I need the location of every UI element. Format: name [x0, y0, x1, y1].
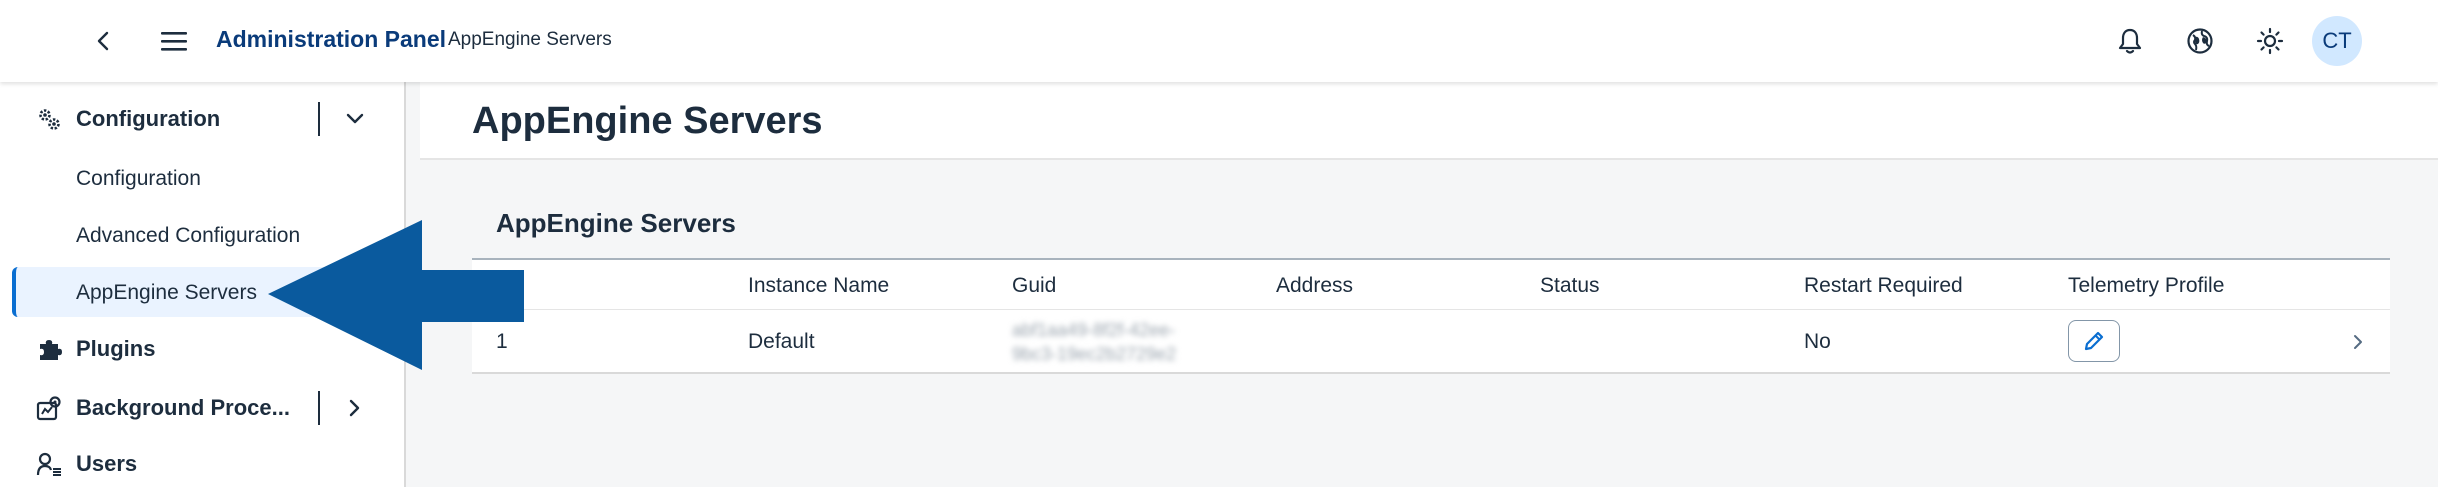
sun-icon	[2256, 27, 2284, 55]
column-header-status[interactable]: Status	[1540, 274, 1600, 298]
chevron-right-icon[interactable]	[2346, 328, 2370, 356]
table-header: Instance Name Guid Address Status Restar…	[472, 258, 2390, 310]
chevron-right-icon[interactable]	[340, 393, 370, 423]
column-header-telemetry-profile[interactable]: Telemetry Profile	[2068, 274, 2224, 298]
divider	[318, 391, 320, 425]
page-title: AppEngine Servers	[472, 100, 823, 142]
app-subtitle: AppEngine Servers	[448, 29, 612, 50]
menu-button[interactable]	[148, 15, 200, 67]
user-avatar[interactable]: CT	[2312, 16, 2362, 66]
table-row[interactable]: 1 Default abf1aa49-8f2f-42ee- 9bc3-19ec2…	[472, 310, 2390, 374]
menu-icon	[161, 32, 187, 51]
nav-group-background-processes[interactable]: Background Proce...	[0, 379, 404, 435]
nav-group-label: Users	[76, 451, 138, 476]
nav-group-users[interactable]: Users	[0, 435, 404, 487]
back-button[interactable]	[78, 15, 130, 67]
annotation-arrow	[268, 220, 524, 370]
sidebar-item-label: Configuration	[76, 167, 201, 190]
table-title: AppEngine Servers	[496, 208, 736, 238]
sidebar-item-configuration[interactable]: Configuration	[12, 153, 404, 203]
nav-group-label: Plugins	[76, 336, 156, 361]
edit-telemetry-button[interactable]	[2068, 320, 2120, 362]
sidebar-item-label: Advanced Configuration	[76, 224, 301, 247]
background-process-icon	[36, 396, 61, 421]
shell-bar: Administration Panel AppEngine Servers C…	[0, 0, 2438, 82]
column-header-restart-required[interactable]: Restart Required	[1804, 274, 1963, 298]
nav-group-label: Configuration	[76, 106, 221, 131]
guid-line: abf1aa49-8f2f-42ee-	[1012, 320, 1176, 340]
notifications-button[interactable]	[2104, 15, 2156, 67]
bell-icon	[2118, 28, 2142, 54]
back-icon	[97, 31, 109, 51]
guid-line: 9bc3-19ec2b2729e2	[1012, 344, 1177, 364]
cell-instance-name: Default	[748, 330, 815, 353]
gears-icon	[39, 109, 60, 130]
nav-group-configuration[interactable]: Configuration	[0, 90, 404, 146]
app-title[interactable]: Administration Panel	[216, 26, 446, 53]
puzzle-icon	[40, 340, 62, 360]
page-header: AppEngine Servers	[420, 82, 2438, 160]
language-button[interactable]	[2174, 15, 2226, 67]
cell-guid: abf1aa49-8f2f-42ee- 9bc3-19ec2b2729e2	[1012, 318, 1176, 366]
chevron-down-icon[interactable]	[340, 104, 370, 134]
theme-button[interactable]	[2244, 15, 2296, 67]
users-icon	[36, 452, 61, 476]
column-header-instance-name[interactable]: Instance Name	[748, 274, 889, 298]
pencil-icon	[2084, 331, 2104, 351]
column-header-address[interactable]: Address	[1276, 274, 1353, 298]
divider	[318, 102, 320, 136]
sidebar-item-label: AppEngine Servers	[76, 281, 257, 304]
column-header-guid[interactable]: Guid	[1012, 274, 1056, 298]
nav-group-label: Background Proce...	[76, 395, 290, 420]
globe-icon	[2187, 28, 2213, 54]
cell-restart-required: No	[1804, 330, 1831, 353]
